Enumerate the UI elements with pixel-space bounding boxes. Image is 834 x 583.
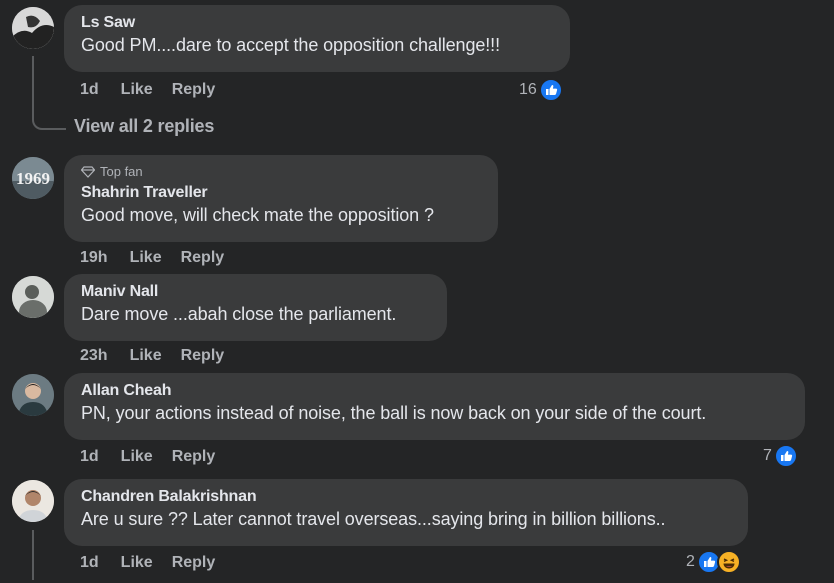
comment-actions: 1d Like Reply [80, 447, 234, 467]
comment-actions: 1d Like Reply [80, 80, 234, 100]
comment-time[interactable]: 1d [80, 80, 99, 100]
avatar[interactable] [12, 374, 54, 416]
haha-icon [716, 550, 741, 574]
comment-bubble: Top fan Shahrin Traveller Good move, wil… [64, 155, 498, 242]
reply-button[interactable]: Reply [172, 80, 216, 100]
thread-line [32, 56, 34, 112]
avatar-image [12, 7, 54, 49]
top-fan-badge: Top fan [81, 164, 486, 180]
avatar[interactable] [12, 276, 54, 318]
reaction-summary[interactable]: 2 [686, 550, 741, 574]
like-button[interactable]: Like [121, 80, 153, 100]
reaction-count: 2 [686, 553, 695, 570]
like-icon [773, 444, 798, 468]
avatar-image [12, 480, 54, 522]
comment-text: Good move, will check mate the oppositio… [81, 205, 434, 225]
reply-button[interactable]: Reply [181, 248, 225, 268]
comment-time[interactable]: 19h [80, 248, 108, 268]
thread-connector [32, 110, 66, 130]
avatar-image: 1969 [12, 157, 54, 199]
reply-button[interactable]: Reply [181, 346, 225, 366]
view-replies-link[interactable]: View all 2 replies [74, 116, 214, 137]
comment-author[interactable]: Maniv Nall [81, 282, 435, 302]
avatar[interactable] [12, 480, 54, 522]
like-button[interactable]: Like [121, 553, 153, 573]
comment-author[interactable]: Chandren Balakrishnan [81, 487, 736, 507]
comment-text: Are u sure ?? Later cannot travel overse… [81, 509, 666, 529]
reply-button[interactable]: Reply [172, 553, 216, 573]
comment-text: Dare move ...abah close the parliament. [81, 304, 397, 324]
avatar[interactable]: 1969 [12, 157, 54, 199]
reaction-summary[interactable]: 16 [519, 78, 563, 102]
reaction-count: 16 [519, 81, 537, 98]
like-icon [538, 78, 563, 102]
comment-text: Good PM....dare to accept the opposition… [81, 35, 500, 55]
avatar-image [12, 276, 54, 318]
reaction-count: 7 [763, 447, 772, 464]
like-button[interactable]: Like [121, 447, 153, 467]
comment-actions: 1d Like Reply [80, 553, 234, 573]
reply-button[interactable]: Reply [172, 447, 216, 467]
comment-actions: 19h Like Reply [80, 248, 243, 268]
comment-bubble: Chandren Balakrishnan Are u sure ?? Late… [64, 479, 748, 546]
comment-author[interactable]: Allan Cheah [81, 381, 793, 401]
like-button[interactable]: Like [130, 248, 162, 268]
comment-time[interactable]: 1d [80, 447, 99, 467]
avatar-text: 1969 [16, 169, 50, 188]
reaction-summary[interactable]: 7 [763, 444, 798, 468]
comment-author[interactable]: Ls Saw [81, 13, 558, 33]
comment-time[interactable]: 1d [80, 553, 99, 573]
avatar[interactable] [12, 7, 54, 49]
comment-author[interactable]: Shahrin Traveller [81, 183, 486, 203]
comment-actions: 23h Like Reply [80, 346, 243, 366]
top-fan-label: Top fan [100, 164, 143, 179]
avatar-image [12, 374, 54, 416]
thread-line [32, 530, 34, 580]
diamond-icon [81, 166, 95, 178]
comment-bubble: Maniv Nall Dare move ...abah close the p… [64, 274, 447, 341]
comment-text: PN, your actions instead of noise, the b… [81, 403, 707, 423]
comment-time[interactable]: 23h [80, 346, 108, 366]
comment-bubble: Ls Saw Good PM....dare to accept the opp… [64, 5, 570, 72]
comment-bubble: Allan Cheah PN, your actions instead of … [64, 373, 805, 440]
like-button[interactable]: Like [130, 346, 162, 366]
